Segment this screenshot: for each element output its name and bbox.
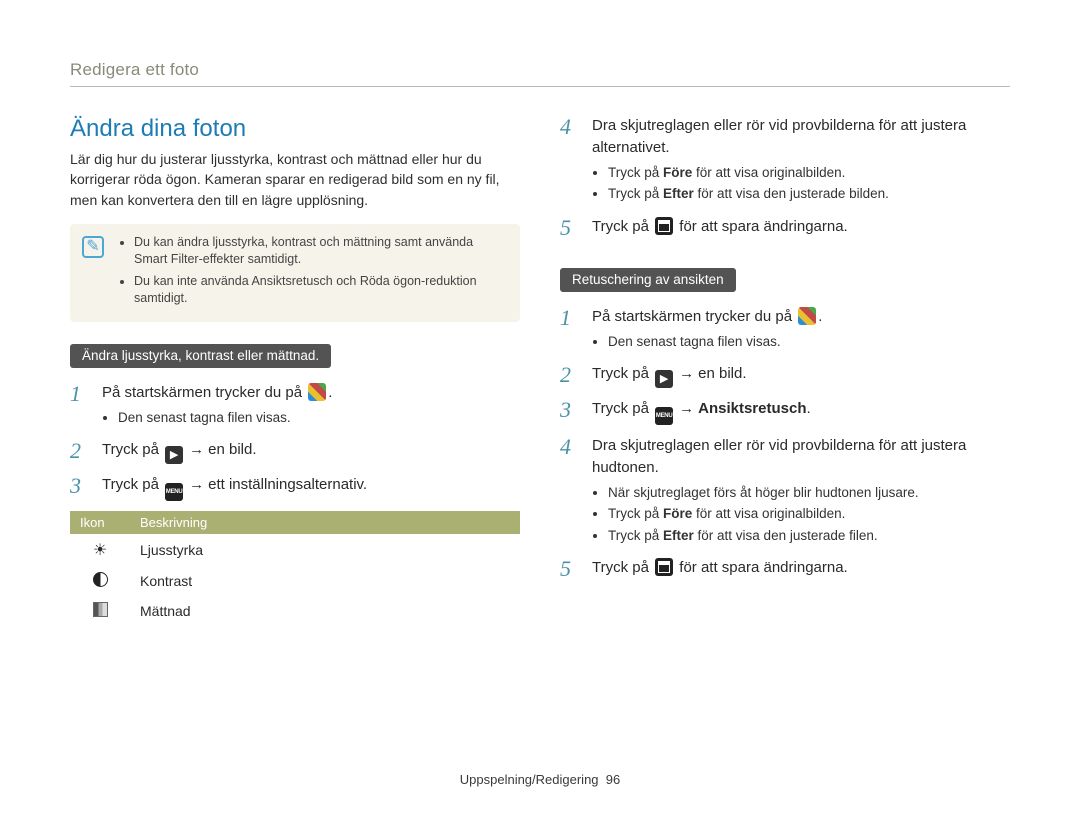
arrow-icon: →	[679, 365, 694, 382]
step-row: 5 Tryck på för att spara ändringarna.	[560, 557, 1010, 581]
step-text: en bild.	[208, 441, 256, 458]
step-body: På startskärmen trycker du på . Den sena…	[102, 382, 520, 429]
step-number: 5	[560, 216, 580, 240]
step-text: Tryck på	[102, 441, 163, 458]
table-row: ☀ Ljusstyrka	[70, 534, 520, 566]
step-row: 3 Tryck på MENU →ett inställningsalternat…	[70, 474, 520, 501]
arrow-icon: →	[189, 441, 204, 458]
step-text: Dra skjutreglagen eller rör vid provbild…	[592, 437, 966, 476]
step-number: 2	[560, 363, 580, 388]
brightness-icon: ☀	[93, 542, 107, 559]
step-sub-item: Den senast tagna filen visas.	[608, 332, 1010, 352]
note-icon: ✎	[82, 236, 104, 258]
step-text: Tryck på	[592, 365, 653, 382]
table-header: Ikon	[70, 511, 130, 534]
section-title: Ändra dina foton	[70, 115, 520, 143]
step-body: Tryck på MENU →ett inställningsalternativ…	[102, 474, 520, 501]
step-text: ett inställningsalternativ.	[208, 476, 367, 493]
step-body: Tryck på för att spara ändringarna.	[592, 557, 1010, 581]
mosaic-icon	[308, 383, 326, 401]
step-text: Tryck på	[592, 559, 653, 576]
step-number: 4	[560, 435, 580, 547]
play-icon: ▶	[655, 370, 673, 388]
step-body: Tryck på ▶ →en bild.	[592, 363, 1010, 388]
subheading-pill: Ändra ljusstyrka, kontrast eller mättnad…	[70, 344, 331, 368]
table-header: Beskrivning	[130, 511, 520, 534]
step-text: .	[807, 400, 811, 417]
subheading-pill: Retuschering av ansikten	[560, 268, 736, 292]
left-column: Ändra dina foton Lär dig hur du justerar…	[70, 115, 520, 626]
step-text: På startskärmen trycker du på	[102, 384, 306, 401]
step-row: 1 På startskärmen trycker du på . Den se…	[560, 306, 1010, 353]
step-number: 5	[560, 557, 580, 581]
step-text: Tryck på	[592, 218, 653, 235]
step-number: 4	[560, 115, 580, 206]
play-icon: ▶	[165, 446, 183, 464]
step-number: 1	[560, 306, 580, 353]
step-sub-item: Tryck på Före för att visa originalbilde…	[608, 504, 1010, 524]
step-text: .	[818, 308, 822, 325]
step-row: 1 På startskärmen trycker du på . Den se…	[70, 382, 520, 429]
menu-icon: MENU	[165, 483, 183, 501]
step-text: Tryck på	[592, 400, 653, 417]
step-sub-item: Tryck på Efter för att visa den justerad…	[608, 526, 1010, 546]
footer: Uppspelning/Redigering 96	[0, 772, 1080, 787]
step-row: 2 Tryck på ▶ →en bild.	[560, 363, 1010, 388]
step-row: 4 Dra skjutreglagen eller rör vid provbi…	[560, 115, 1010, 206]
table-row: Mättnad	[70, 596, 520, 626]
step-row: 5 Tryck på för att spara ändringarna.	[560, 216, 1010, 240]
step-text: Tryck på	[102, 476, 163, 493]
step-body: På startskärmen trycker du på . Den sena…	[592, 306, 1010, 353]
step-body: Tryck på MENU →Ansiktsretusch.	[592, 398, 1010, 425]
step-text: På startskärmen trycker du på	[592, 308, 796, 325]
two-column-layout: Ändra dina foton Lär dig hur du justerar…	[70, 115, 1010, 626]
table-cell: Kontrast	[130, 566, 520, 596]
arrow-icon: →	[679, 400, 694, 417]
note-item: Du kan inte använda Ansiktsretusch och R…	[134, 273, 508, 308]
step-text: Dra skjutreglagen eller rör vid provbild…	[592, 117, 966, 156]
step-row: 4 Dra skjutreglagen eller rör vid provbi…	[560, 435, 1010, 547]
contrast-icon	[93, 572, 108, 587]
step-row: 3 Tryck på MENU →Ansiktsretusch.	[560, 398, 1010, 425]
step-sub-item: Tryck på Före för att visa originalbilde…	[608, 163, 1010, 183]
step-text: för att spara ändringarna.	[675, 559, 848, 576]
arrow-icon: →	[189, 476, 204, 493]
step-row: 2 Tryck på ▶ →en bild.	[70, 439, 520, 464]
step-number: 1	[70, 382, 90, 429]
note-item: Du kan ändra ljusstyrka, kontrast och mä…	[134, 234, 508, 269]
bold-label: Ansiktsretusch	[698, 400, 806, 417]
step-sub-item: När skjutreglaget förs åt höger blir hud…	[608, 483, 1010, 503]
note-box: ✎ Du kan ändra ljusstyrka, kontrast och …	[70, 224, 520, 322]
table-cell: Mättnad	[130, 596, 520, 626]
step-body: Dra skjutreglagen eller rör vid provbild…	[592, 115, 1010, 206]
icon-description-table: Ikon Beskrivning ☀ Ljusstyrka Kontrast M…	[70, 511, 520, 626]
step-sub-item: Den senast tagna filen visas.	[118, 408, 520, 428]
breadcrumb: Redigera ett foto	[70, 60, 1010, 87]
step-number: 2	[70, 439, 90, 464]
step-number: 3	[560, 398, 580, 425]
page-number: 96	[606, 772, 620, 787]
step-body: Tryck på ▶ →en bild.	[102, 439, 520, 464]
saturation-icon	[93, 602, 108, 617]
step-body: Tryck på för att spara ändringarna.	[592, 216, 1010, 240]
step-number: 3	[70, 474, 90, 501]
footer-text: Uppspelning/Redigering	[460, 772, 599, 787]
step-body: Dra skjutreglagen eller rör vid provbild…	[592, 435, 1010, 547]
right-column: 4 Dra skjutreglagen eller rör vid provbi…	[560, 115, 1010, 626]
save-icon	[655, 217, 673, 235]
save-icon	[655, 558, 673, 576]
mosaic-icon	[798, 307, 816, 325]
menu-icon: MENU	[655, 407, 673, 425]
step-text: för att spara ändringarna.	[675, 218, 848, 235]
step-sub-item: Tryck på Efter för att visa den justerad…	[608, 184, 1010, 204]
step-text: en bild.	[698, 365, 746, 382]
table-row: Kontrast	[70, 566, 520, 596]
intro-text: Lär dig hur du justerar ljusstyrka, kont…	[70, 149, 520, 210]
table-cell: Ljusstyrka	[130, 534, 520, 566]
step-text: .	[328, 384, 332, 401]
